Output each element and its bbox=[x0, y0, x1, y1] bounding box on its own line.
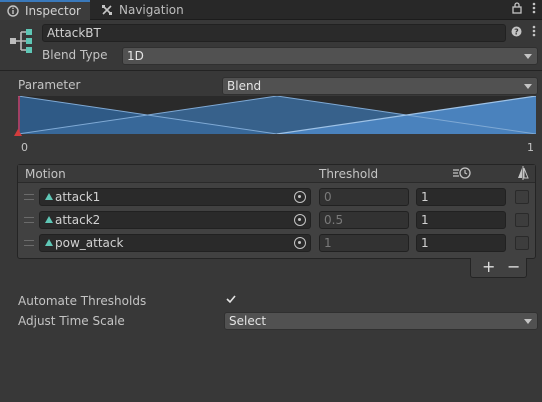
table-row: attack1 0 1 bbox=[18, 186, 535, 208]
time-scale-field[interactable]: 1 bbox=[416, 234, 506, 252]
automate-thresholds-checkbox[interactable] bbox=[224, 293, 238, 307]
drag-handle-icon[interactable] bbox=[24, 240, 34, 246]
checkmark-icon bbox=[226, 295, 236, 304]
object-picker-icon[interactable] bbox=[294, 237, 306, 249]
motion-name: attack2 bbox=[55, 213, 101, 227]
blend-type-label: Blend Type bbox=[42, 48, 108, 62]
threshold-field: 0 bbox=[319, 188, 409, 206]
graph-min-label: 0 bbox=[21, 141, 28, 154]
table-header: Motion Threshold bbox=[18, 165, 535, 183]
component-menu-icon[interactable] bbox=[532, 25, 536, 40]
time-scale-icon bbox=[452, 166, 472, 183]
time-scale-field[interactable]: 1 bbox=[416, 188, 506, 206]
lock-icon[interactable] bbox=[512, 2, 522, 17]
tab-bar: Inspector Navigation bbox=[0, 0, 542, 20]
animation-clip-icon bbox=[45, 193, 53, 200]
adjust-time-scale-dropdown[interactable]: Select bbox=[224, 312, 538, 330]
mirror-checkbox[interactable] bbox=[515, 190, 529, 204]
threshold-field: 1 bbox=[319, 234, 409, 252]
motion-table: Motion Threshold attack1 0 1 attack2 0.5… bbox=[17, 164, 536, 259]
chevron-down-icon bbox=[524, 54, 532, 59]
inspector-header: AttackBT ? Blend Type 1D bbox=[0, 21, 542, 67]
divider bbox=[0, 70, 542, 71]
animation-clip-icon bbox=[45, 216, 53, 223]
help-icon[interactable]: ? bbox=[511, 26, 522, 40]
tab-inspector-label: Inspector bbox=[25, 4, 81, 18]
threshold-column-header: Threshold bbox=[319, 167, 379, 181]
list-buttons: + − bbox=[470, 258, 527, 278]
mirror-checkbox[interactable] bbox=[515, 236, 529, 250]
blend-type-value: 1D bbox=[127, 49, 144, 63]
adjust-time-scale-value: Select bbox=[229, 314, 267, 328]
drag-handle-icon[interactable] bbox=[24, 217, 34, 223]
name-field[interactable]: AttackBT bbox=[42, 24, 506, 42]
parameter-dropdown[interactable]: Blend bbox=[222, 77, 538, 95]
table-row: pow_attack 1 1 bbox=[18, 232, 535, 254]
mirror-checkbox[interactable] bbox=[515, 213, 529, 227]
svg-text:?: ? bbox=[514, 28, 519, 37]
tab-navigation-label: Navigation bbox=[119, 3, 184, 17]
tab-navigation[interactable]: Navigation bbox=[96, 0, 196, 20]
motion-field[interactable]: pow_attack bbox=[39, 234, 311, 252]
table-row: attack2 0.5 1 bbox=[18, 209, 535, 231]
motion-field[interactable]: attack2 bbox=[39, 211, 311, 229]
motion-column-header: Motion bbox=[25, 167, 66, 181]
animation-clip-icon bbox=[45, 239, 53, 246]
chevron-down-icon bbox=[524, 319, 532, 324]
motion-field[interactable]: attack1 bbox=[39, 188, 311, 206]
blend-graph[interactable] bbox=[17, 95, 537, 135]
motion-name: pow_attack bbox=[55, 236, 124, 250]
mirror-icon bbox=[517, 166, 529, 183]
object-picker-icon[interactable] bbox=[294, 214, 306, 226]
add-motion-button[interactable]: + bbox=[482, 258, 495, 276]
chevron-down-icon bbox=[524, 84, 532, 89]
navigation-icon bbox=[100, 3, 114, 17]
remove-motion-button[interactable]: − bbox=[507, 258, 520, 276]
tab-inspector[interactable]: Inspector bbox=[0, 0, 90, 20]
blend-type-dropdown[interactable]: 1D bbox=[122, 47, 538, 65]
adjust-time-scale-label: Adjust Time Scale bbox=[18, 314, 125, 328]
threshold-field: 0.5 bbox=[319, 211, 409, 229]
info-icon bbox=[6, 4, 20, 18]
blend-tree-icon bbox=[8, 27, 36, 55]
parameter-label: Parameter bbox=[18, 78, 81, 92]
drag-handle-icon[interactable] bbox=[24, 194, 34, 200]
parameter-value: Blend bbox=[227, 79, 262, 93]
blend-marker-icon[interactable] bbox=[14, 129, 22, 136]
automate-thresholds-label: Automate Thresholds bbox=[18, 294, 147, 308]
time-scale-field[interactable]: 1 bbox=[416, 211, 506, 229]
graph-max-label: 1 bbox=[527, 141, 534, 154]
motion-name: attack1 bbox=[55, 190, 101, 204]
kebab-menu-icon[interactable] bbox=[532, 2, 536, 17]
object-picker-icon[interactable] bbox=[294, 191, 306, 203]
